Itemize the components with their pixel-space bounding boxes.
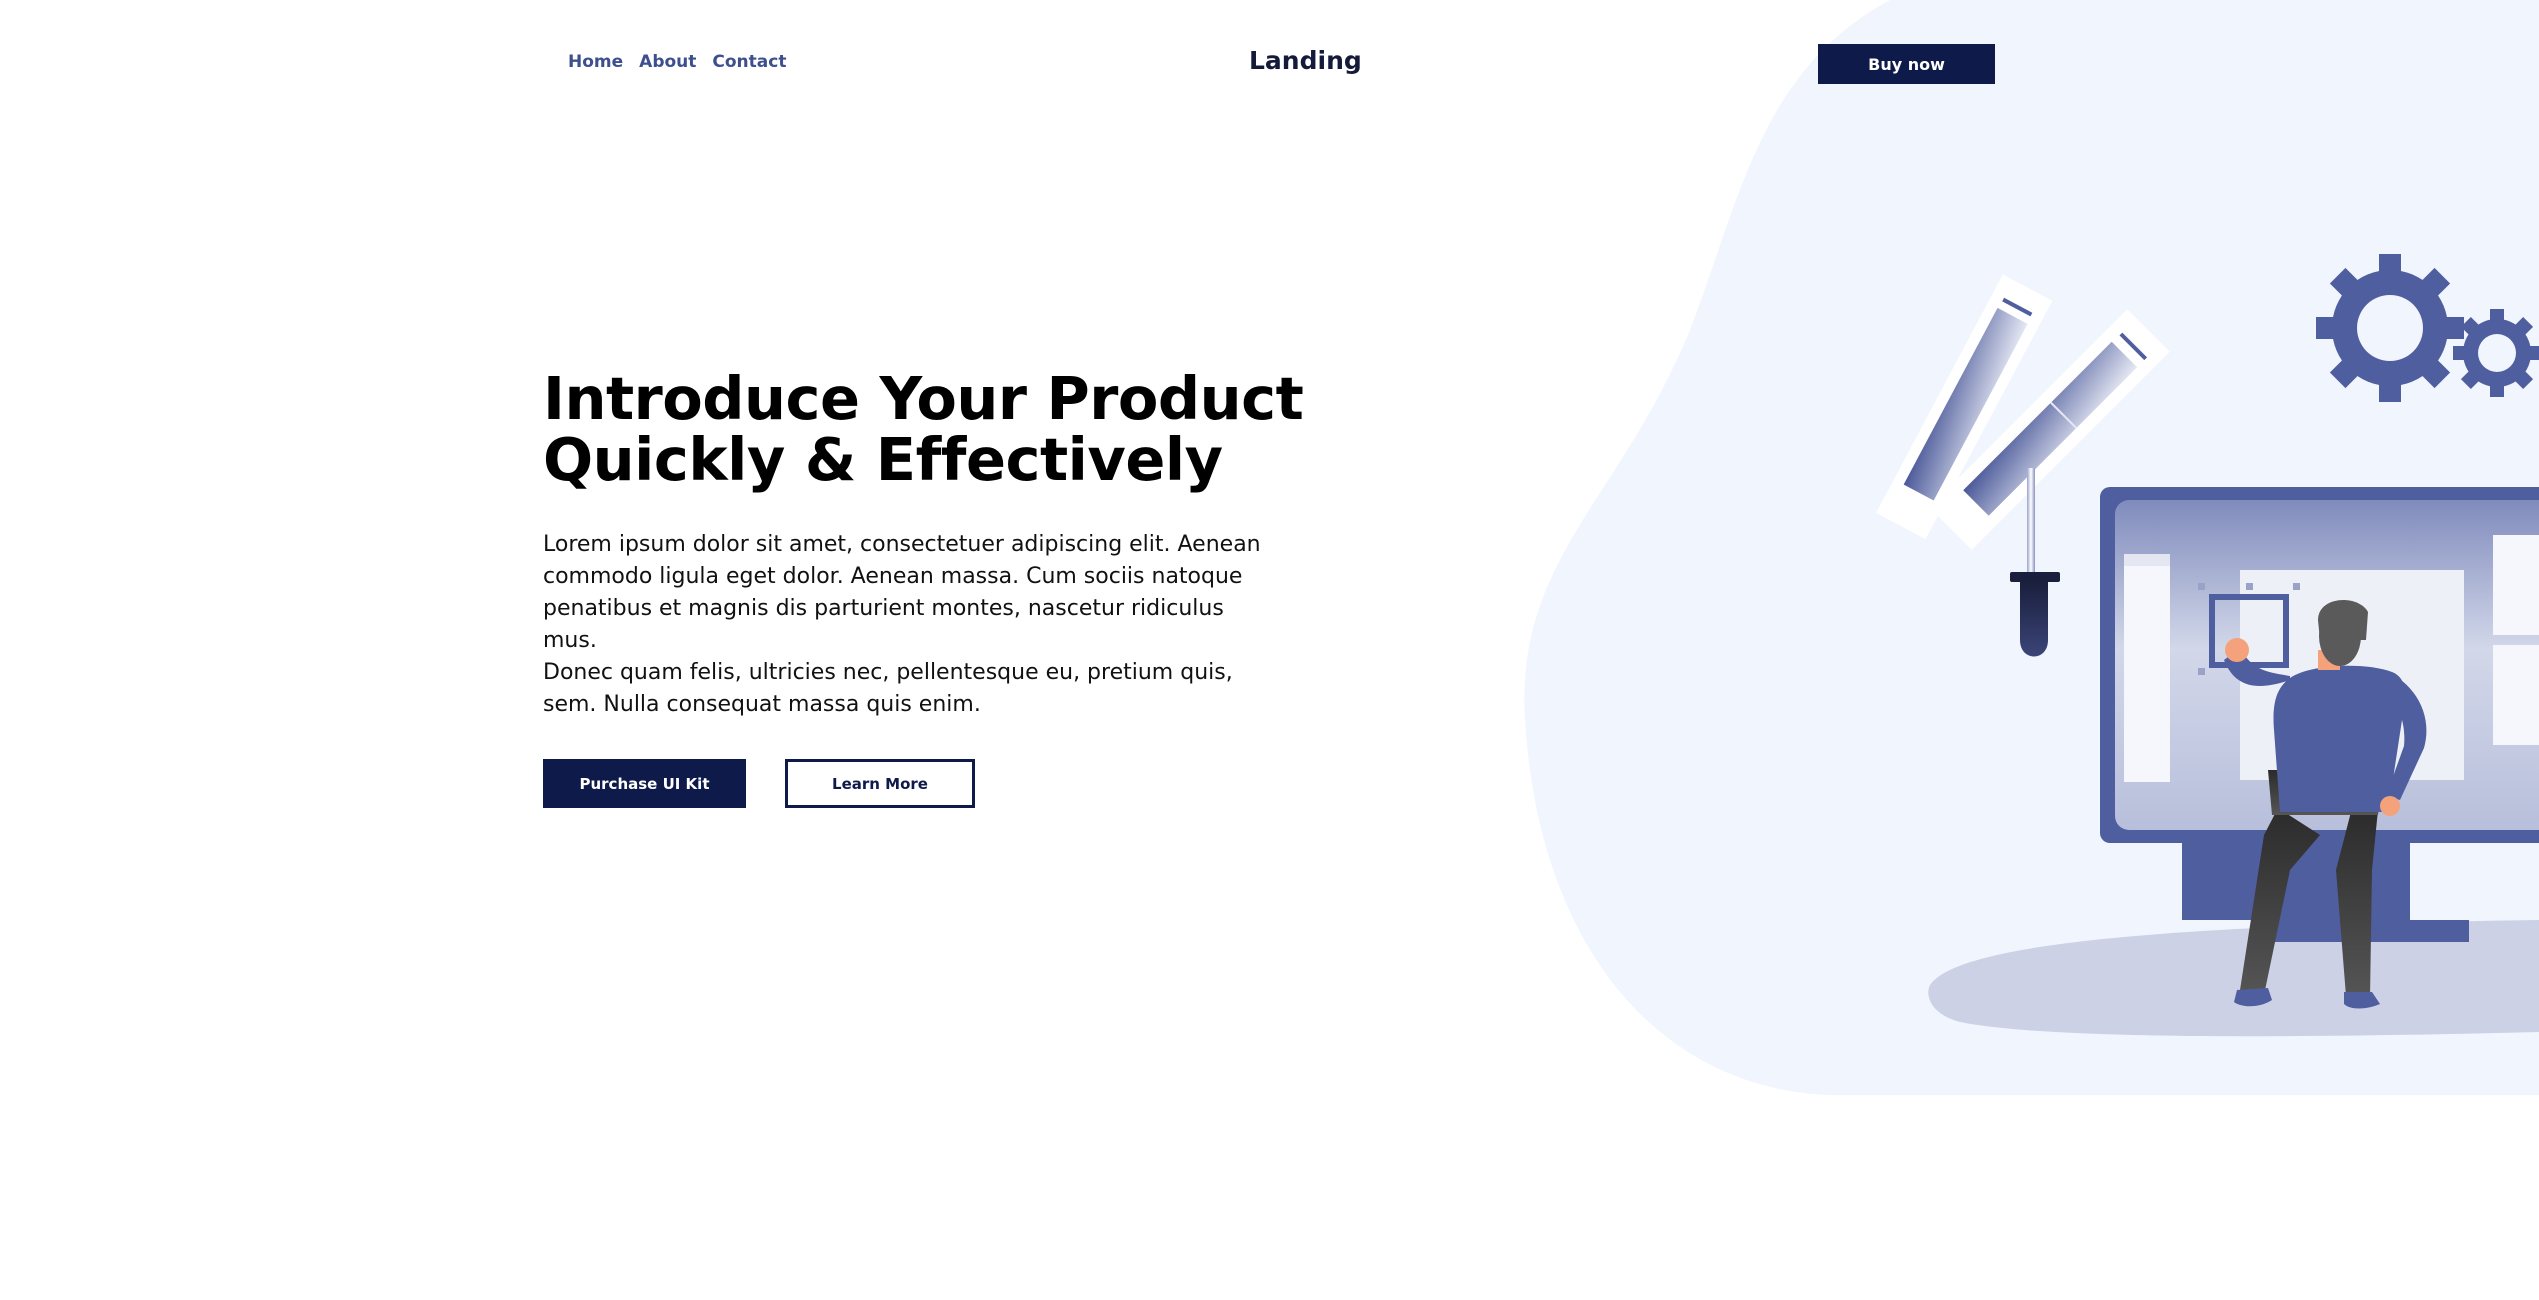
learn-more-button[interactable]: Learn More (785, 759, 975, 808)
hero-headline-line2: Quickly & Effectively (543, 425, 1223, 494)
buy-now-button[interactable]: Buy now (1818, 44, 1995, 84)
hero-headline-line1: Introduce Your Product (543, 364, 1304, 433)
nav-link-home[interactable]: Home (568, 52, 623, 72)
nav-link-about[interactable]: About (639, 52, 696, 72)
small-gear-icon (2453, 309, 2539, 397)
hero-paragraph-2: Donec quam felis, ultricies nec, pellent… (543, 660, 1233, 717)
hero-paragraph-1: Lorem ipsum dolor sit amet, consectetuer… (543, 532, 1261, 653)
purchase-ui-kit-button[interactable]: Purchase UI Kit (543, 759, 746, 808)
main-nav: Home About Contact (568, 52, 802, 72)
landing-page: Home About Contact Landing Buy now Intro… (0, 0, 2539, 1300)
nav-link-contact[interactable]: Contact (712, 52, 786, 72)
brand-logo[interactable]: Landing (1249, 46, 1362, 75)
gear-icon (2316, 254, 2464, 402)
hero-headline: Introduce Your Product Quickly & Effecti… (543, 364, 1304, 494)
